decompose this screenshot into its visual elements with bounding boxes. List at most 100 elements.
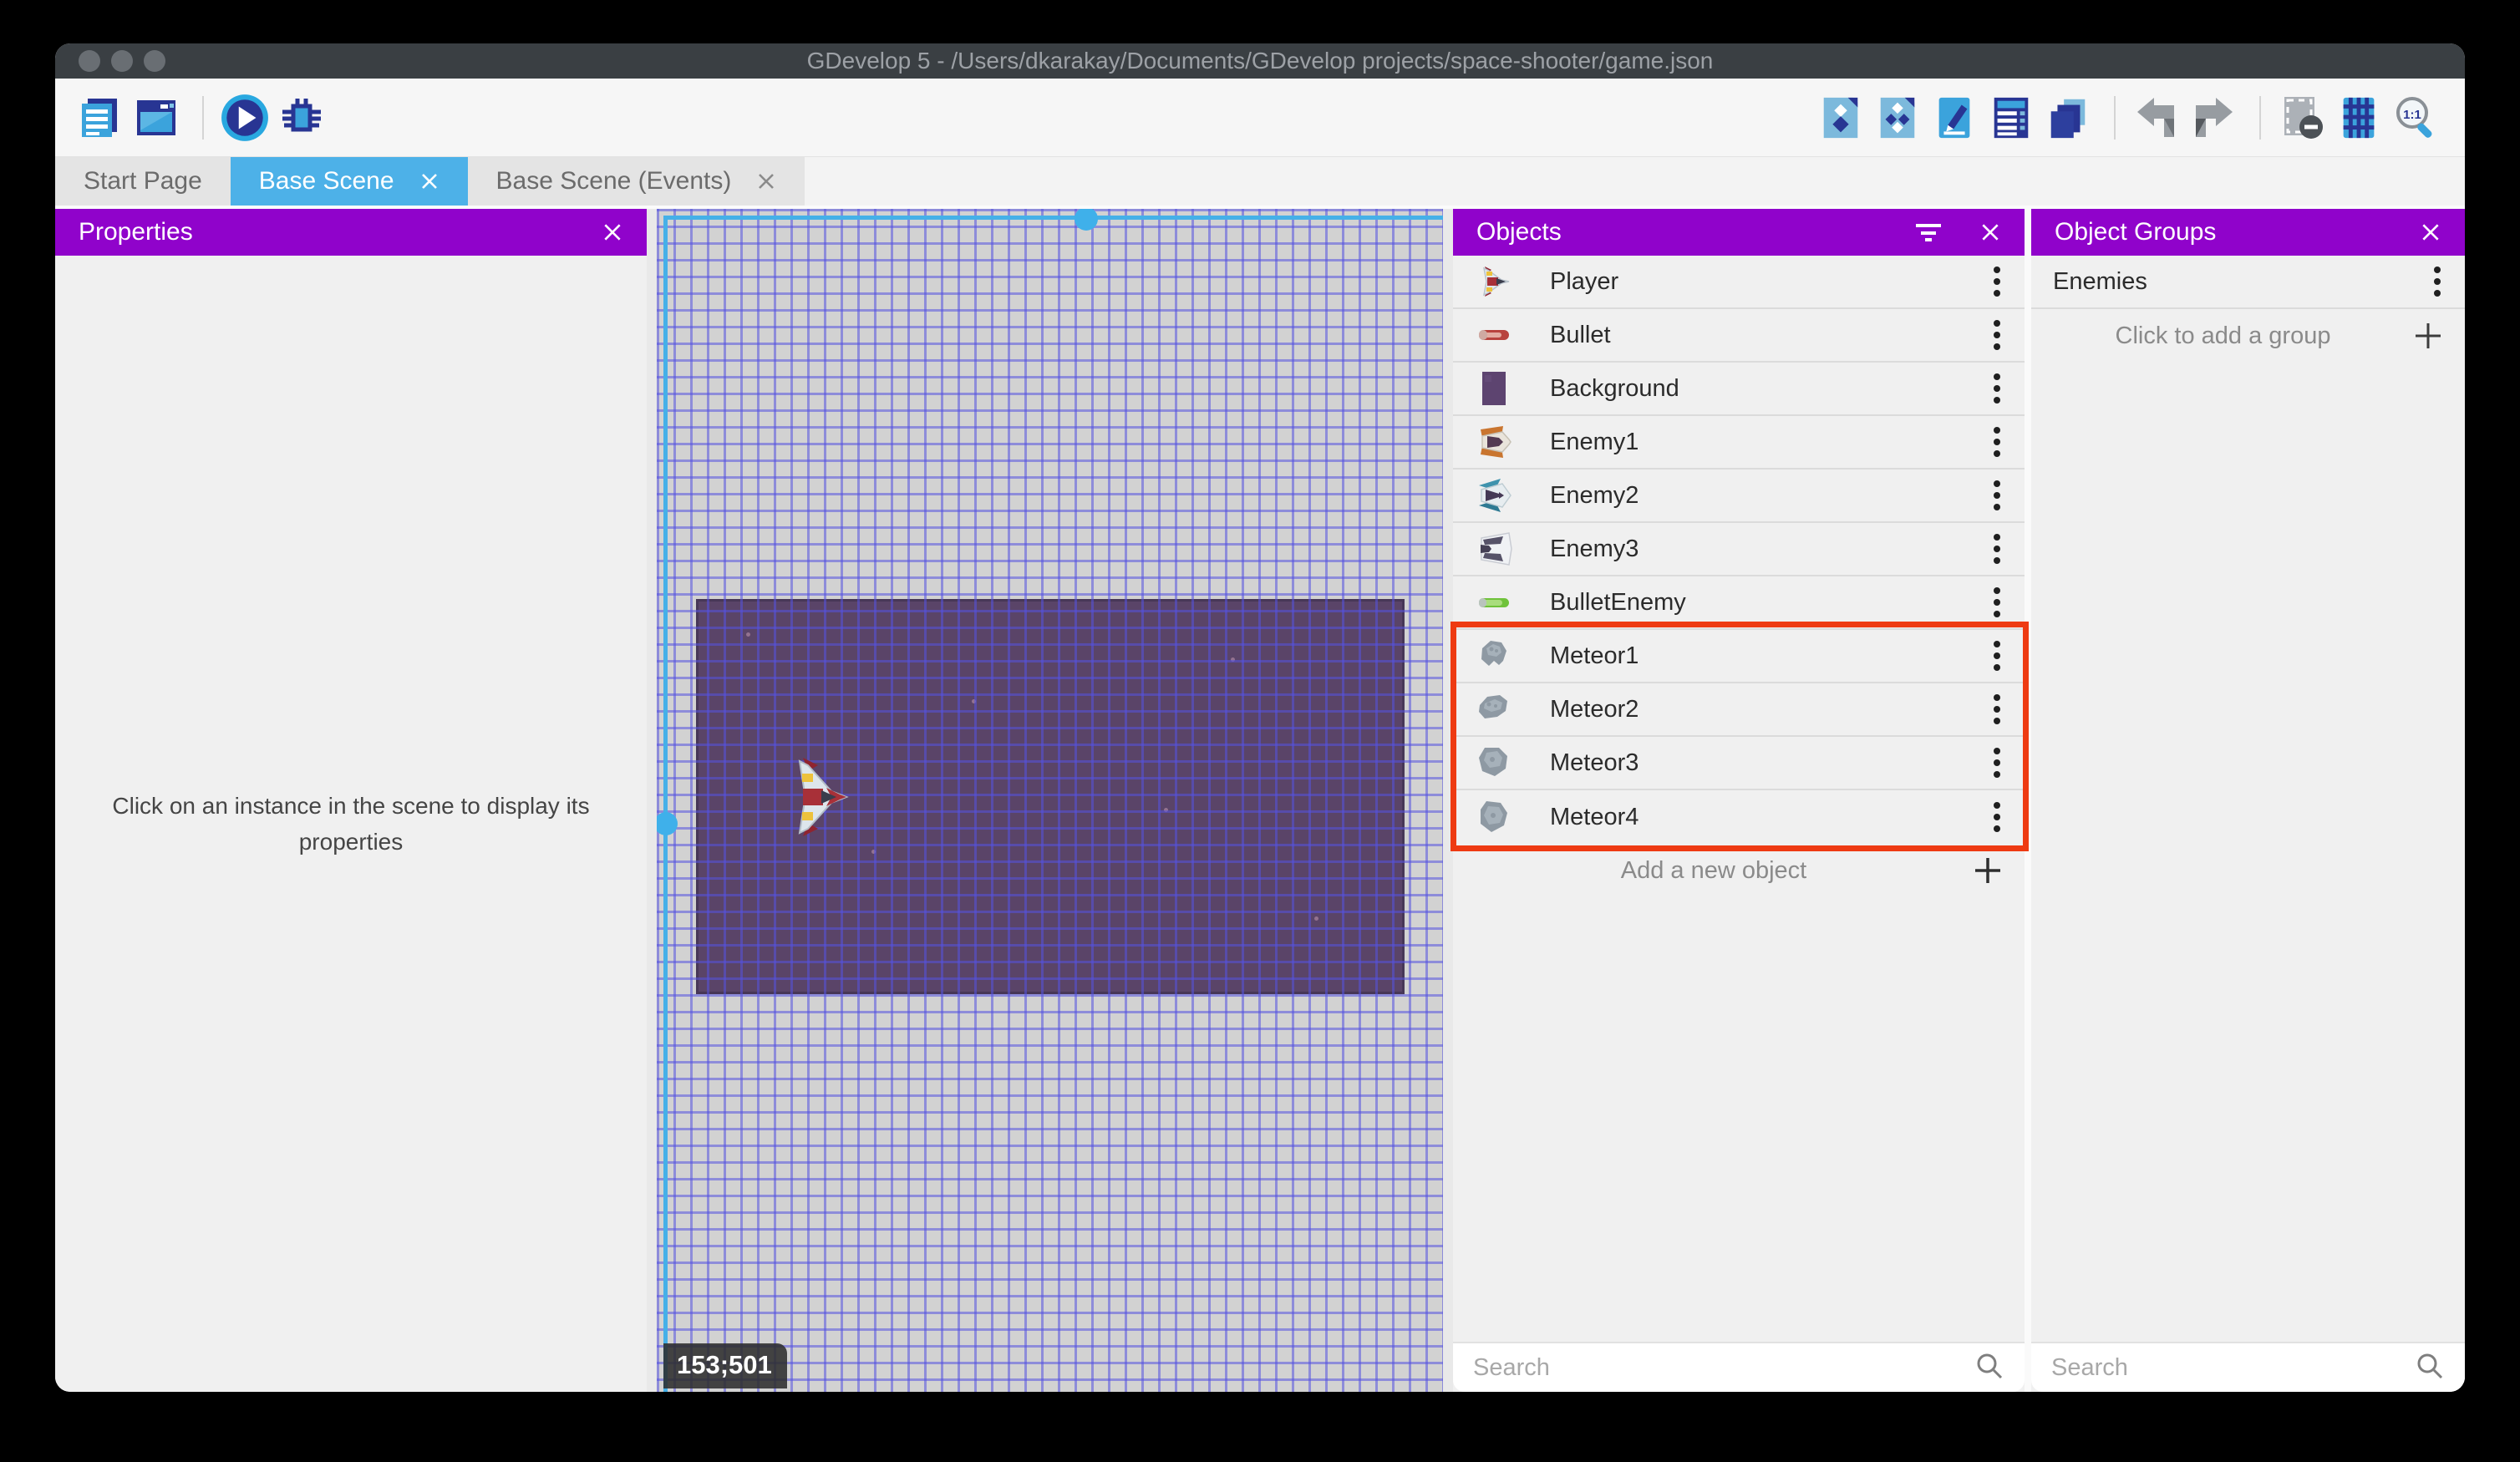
toggle-mask-icon[interactable] bbox=[2276, 92, 2328, 144]
properties-panel: Properties Click on an instance in the s… bbox=[55, 209, 647, 1392]
instances-icon[interactable] bbox=[1872, 92, 1923, 144]
plus-icon bbox=[2413, 321, 2443, 358]
object-row-meteor1[interactable]: Meteor1 bbox=[1453, 630, 2025, 683]
object-row-meteor2[interactable]: Meteor2 bbox=[1453, 683, 2025, 737]
object-row-meteor3[interactable]: Meteor3 bbox=[1453, 737, 2025, 790]
object-row-bullet[interactable]: Bullet bbox=[1453, 309, 2025, 363]
search-icon bbox=[2415, 1351, 2445, 1385]
tab-label: Start Page bbox=[84, 167, 202, 195]
window-title: GDevelop 5 - /Users/dkarakay/Documents/G… bbox=[806, 48, 1714, 74]
debug-icon[interactable] bbox=[276, 92, 328, 144]
add-object-label: Add a new object bbox=[1620, 856, 1807, 884]
toggle-grid-icon[interactable] bbox=[2333, 92, 2385, 144]
tab-base-scene-events[interactable]: Base Scene (Events) bbox=[467, 157, 805, 206]
project-manager-icon[interactable] bbox=[74, 92, 125, 144]
panel-title: Object Groups bbox=[2055, 218, 2217, 246]
maximize-window-button[interactable] bbox=[144, 50, 165, 72]
toolbar-right-group: 1:1 bbox=[1815, 92, 2446, 144]
object-menu-icon[interactable] bbox=[1991, 372, 2003, 405]
meteor-icon bbox=[1481, 641, 1506, 666]
object-label: Background bbox=[1550, 374, 1679, 402]
object-row-player[interactable]: Player bbox=[1453, 256, 2025, 309]
toolbar-divider bbox=[2259, 95, 2261, 140]
object-menu-icon[interactable] bbox=[1991, 265, 2003, 298]
panel-divider[interactable] bbox=[2025, 209, 2031, 1392]
toolbar-divider bbox=[202, 95, 204, 140]
object-label: Enemy2 bbox=[1550, 481, 1639, 509]
object-menu-icon[interactable] bbox=[1991, 318, 2003, 352]
group-menu-icon[interactable] bbox=[2431, 265, 2443, 298]
properties-header: Properties bbox=[55, 209, 647, 256]
object-menu-icon[interactable] bbox=[1991, 532, 2003, 566]
close-panel-icon[interactable] bbox=[1979, 221, 2001, 243]
selection-border-top bbox=[663, 216, 1443, 220]
objects-search bbox=[1453, 1342, 2025, 1392]
object-row-background[interactable]: Background bbox=[1453, 363, 2025, 416]
object-row-enemy3[interactable]: Enemy3 bbox=[1453, 523, 2025, 576]
redo-icon[interactable] bbox=[2187, 92, 2239, 144]
add-object-button[interactable]: Add a new object bbox=[1453, 844, 2025, 897]
objects-panel: Objects Player Bullet Background Enemy1 … bbox=[1453, 209, 2025, 1392]
object-menu-icon[interactable] bbox=[1991, 586, 2003, 619]
minimize-window-button[interactable] bbox=[111, 50, 133, 72]
tab-label: Base Scene (Events) bbox=[495, 167, 732, 195]
close-window-button[interactable] bbox=[79, 50, 100, 72]
edit-properties-icon[interactable] bbox=[1928, 92, 1980, 144]
object-menu-icon[interactable] bbox=[1991, 479, 2003, 512]
main-content: Properties Click on an instance in the s… bbox=[55, 206, 2465, 1392]
group-label: Enemies bbox=[2053, 267, 2147, 295]
main-toolbar: 1:1 bbox=[55, 79, 2465, 157]
enemy3-ship-icon bbox=[1481, 532, 1512, 566]
zoom-1-1-icon[interactable]: 1:1 bbox=[2390, 92, 2441, 144]
player-ship-instance[interactable] bbox=[780, 756, 850, 838]
add-object-icon[interactable] bbox=[1815, 92, 1867, 144]
svg-text:1:1: 1:1 bbox=[2403, 108, 2421, 122]
object-row-enemy1[interactable]: Enemy1 bbox=[1453, 416, 2025, 470]
scene-canvas[interactable]: 153;501 bbox=[657, 209, 1443, 1392]
object-groups-search-input[interactable] bbox=[2051, 1353, 2415, 1382]
scene-window-icon[interactable] bbox=[130, 92, 182, 144]
selection-border-left bbox=[663, 216, 668, 1392]
object-menu-icon[interactable] bbox=[1991, 425, 2003, 459]
tab-close-icon[interactable] bbox=[419, 171, 439, 191]
object-menu-icon[interactable] bbox=[1991, 746, 2003, 779]
tab-label: Base Scene bbox=[258, 167, 394, 195]
gdevelop-window: GDevelop 5 - /Users/dkarakay/Documents/G… bbox=[55, 43, 2465, 1392]
add-group-button[interactable]: Click to add a group bbox=[2031, 309, 2465, 363]
layers-icon[interactable] bbox=[2042, 92, 2094, 144]
object-row-bulletenemy[interactable]: BulletEnemy bbox=[1453, 576, 2025, 630]
object-menu-icon[interactable] bbox=[1991, 693, 2003, 726]
bullet-icon bbox=[1479, 330, 1509, 340]
meteor-icon bbox=[1479, 748, 1507, 776]
object-row-meteor4[interactable]: Meteor4 bbox=[1453, 790, 2025, 844]
undo-icon[interactable] bbox=[2131, 92, 2182, 144]
close-panel-icon[interactable] bbox=[2420, 221, 2441, 243]
object-label: Meteor3 bbox=[1550, 749, 1639, 776]
close-panel-icon[interactable] bbox=[602, 221, 623, 243]
panel-divider[interactable] bbox=[647, 209, 657, 1392]
group-row-enemies[interactable]: Enemies bbox=[2031, 256, 2465, 309]
objects-search-input[interactable] bbox=[1473, 1353, 1974, 1382]
object-row-enemy2[interactable]: Enemy2 bbox=[1453, 470, 2025, 523]
toolbar-divider bbox=[2114, 95, 2116, 140]
tab-close-icon[interactable] bbox=[756, 171, 776, 191]
tab-base-scene[interactable]: Base Scene bbox=[230, 157, 468, 206]
scene-grid bbox=[657, 209, 1443, 1392]
play-icon[interactable] bbox=[219, 92, 271, 144]
object-label: Meteor4 bbox=[1550, 803, 1639, 830]
enemy2-ship-icon bbox=[1479, 479, 1511, 512]
filter-icon[interactable] bbox=[1914, 222, 1943, 242]
editor-tabbar: Start Page Base Scene Base Scene (Events… bbox=[55, 157, 2465, 206]
background-swatch-icon bbox=[1482, 372, 1506, 405]
properties-empty-message: Click on an instance in the scene to dis… bbox=[112, 792, 590, 855]
add-group-label: Click to add a group bbox=[2115, 322, 2331, 349]
object-label: Enemy3 bbox=[1550, 535, 1639, 562]
object-menu-icon[interactable] bbox=[1991, 800, 2003, 834]
tab-start-page[interactable]: Start Page bbox=[55, 157, 231, 206]
objects-list-icon[interactable] bbox=[1985, 92, 2037, 144]
object-label: BulletEnemy bbox=[1550, 588, 1686, 616]
object-label: Enemy1 bbox=[1550, 428, 1639, 455]
title-bar: GDevelop 5 - /Users/dkarakay/Documents/G… bbox=[55, 43, 2465, 79]
object-menu-icon[interactable] bbox=[1991, 639, 2003, 673]
panel-divider[interactable] bbox=[1443, 209, 1453, 1392]
